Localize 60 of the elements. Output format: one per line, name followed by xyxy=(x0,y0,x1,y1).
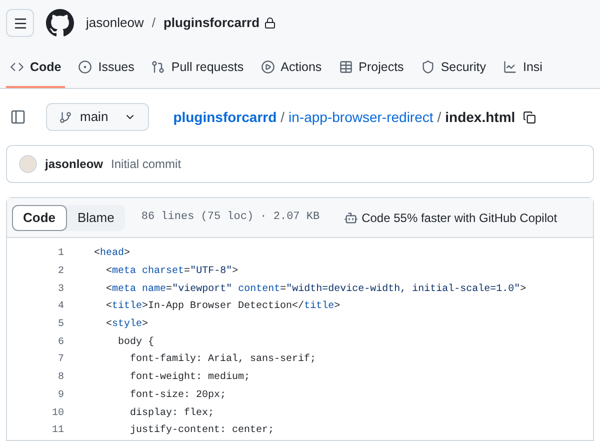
side-panel-icon[interactable] xyxy=(10,109,26,125)
repo-tab[interactable]: Projects xyxy=(334,48,408,88)
branch-button[interactable]: main xyxy=(46,103,150,131)
line-number: 7 xyxy=(56,353,64,368)
line-number: 9 xyxy=(56,388,64,403)
file-name: index.html xyxy=(445,108,516,126)
commit-message: Initial commit xyxy=(111,156,182,173)
repo-link[interactable]: pluginsforcarrd xyxy=(163,13,260,33)
play-icon xyxy=(260,60,275,74)
repo-tab[interactable]: Security xyxy=(416,48,490,88)
copy-icon[interactable] xyxy=(523,110,536,124)
owner-link[interactable]: jasonleow xyxy=(86,13,144,33)
code-icon xyxy=(10,60,24,74)
code-line: <style> xyxy=(105,318,148,332)
octocat-logo-icon xyxy=(46,9,74,37)
code-line: <title>In-App Browser Detection</title> xyxy=(105,300,340,314)
code-line: <head> xyxy=(94,246,130,262)
code-line: <meta charset="UTF-8"> xyxy=(105,264,238,280)
code-line: font-weight: medium; xyxy=(129,370,250,386)
avatar xyxy=(19,155,37,173)
path-separator: / xyxy=(437,108,442,126)
line-number: 10 xyxy=(50,406,64,421)
line-number: 6 xyxy=(56,336,64,350)
view-tab[interactable]: Blame xyxy=(66,204,126,230)
menu-icon xyxy=(12,16,28,30)
line-number: 11 xyxy=(50,424,64,438)
code-line: justify-content: center; xyxy=(129,424,274,438)
line-number: 1 xyxy=(56,247,64,262)
pull-request-icon xyxy=(151,60,166,74)
code-line: font-size: 20px; xyxy=(129,388,226,403)
line-number: 5 xyxy=(56,318,64,332)
path-separator: / xyxy=(152,14,156,32)
view-tab[interactable]: Code xyxy=(12,204,66,230)
repo-tab[interactable]: Issues xyxy=(74,48,138,88)
branch-icon xyxy=(59,110,72,124)
author-link[interactable]: jasonleow xyxy=(45,155,104,173)
repo-tab[interactable]: Actions xyxy=(256,48,326,88)
table-icon xyxy=(338,60,353,74)
code-line: display: flex; xyxy=(129,406,214,421)
file-info: 86 lines (75 loc) · 2.07 KB xyxy=(141,210,320,226)
repo-tab[interactable]: Code xyxy=(6,48,66,88)
line-number: 3 xyxy=(56,282,64,297)
graph-icon xyxy=(502,60,517,74)
path-link[interactable]: in-app-browser-redirect xyxy=(288,106,434,128)
lock-icon xyxy=(264,17,276,29)
repo-tab[interactable]: Insi xyxy=(498,48,546,88)
code-line: <meta name="viewport" content="width=device-width, initial-scale=1.0"> xyxy=(105,282,526,297)
issue-icon xyxy=(78,60,92,74)
line-number: 8 xyxy=(56,371,64,386)
code-line: body { xyxy=(117,336,154,350)
line-number: 4 xyxy=(56,300,64,314)
path-separator: / xyxy=(280,108,285,126)
shield-icon xyxy=(420,60,435,74)
path-link[interactable]: pluginsforcarrd xyxy=(173,106,277,128)
repo-tab[interactable]: Pull requests xyxy=(147,48,248,88)
copilot-icon xyxy=(344,210,358,224)
menu-button[interactable] xyxy=(6,9,34,37)
copilot-link[interactable]: Code 55% faster with GitHub Copilot xyxy=(362,208,558,226)
line-number: 2 xyxy=(56,265,64,280)
code-line: font-family: Arial, sans-serif; xyxy=(129,352,316,368)
